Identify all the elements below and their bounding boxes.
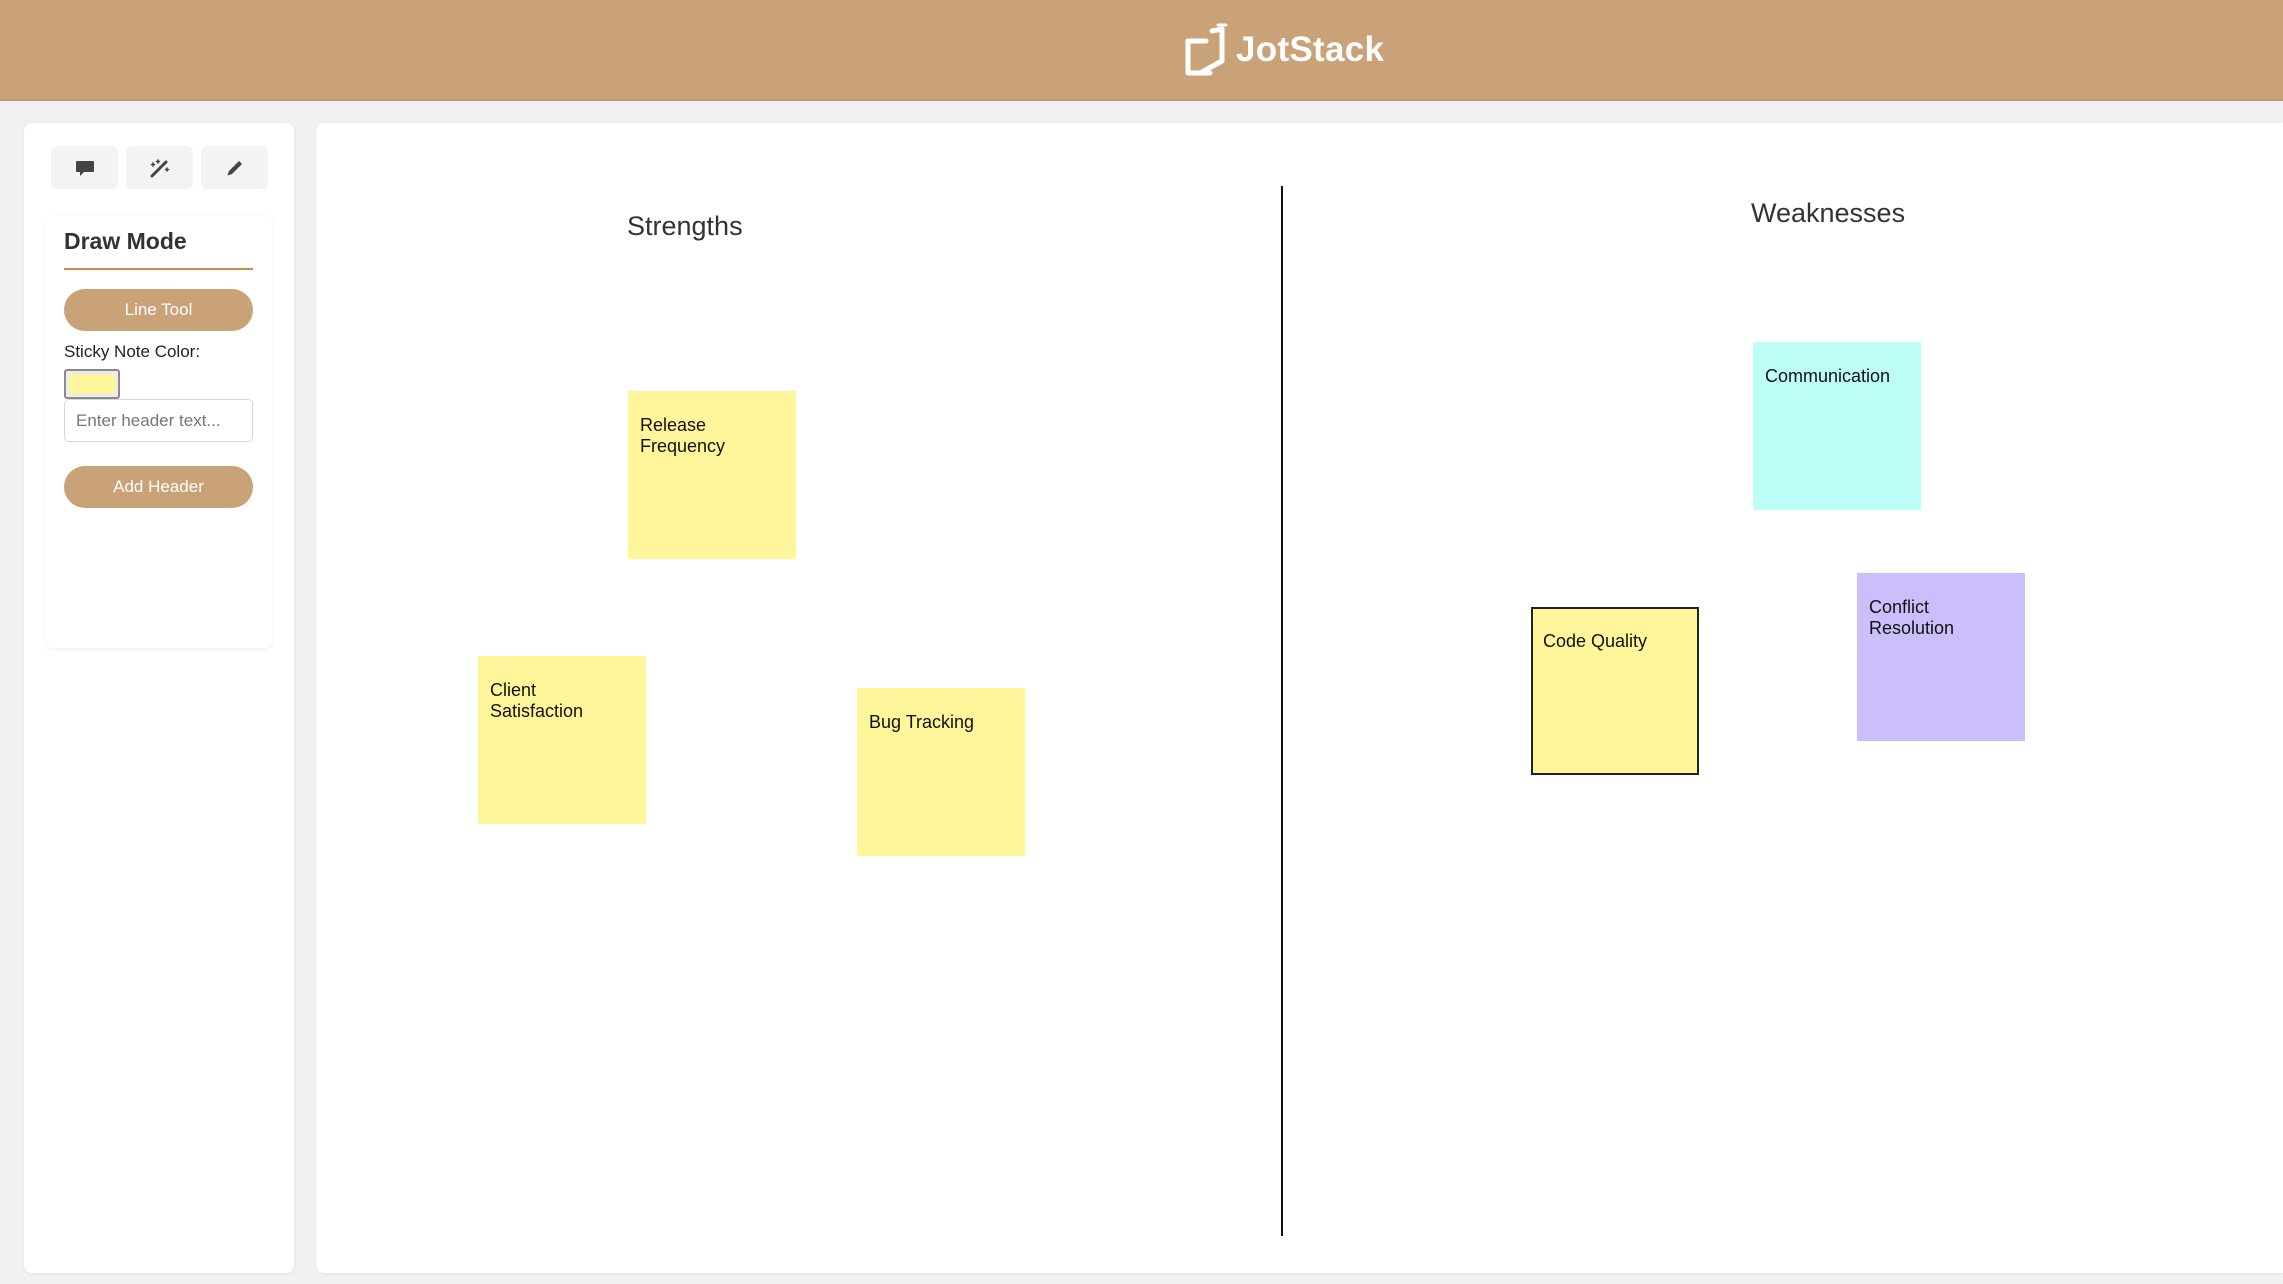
sticky-note[interactable]: Conflict Resolution	[1857, 573, 2025, 741]
sticky-note[interactable]: Communication	[1753, 342, 1921, 510]
app-name: JotStack	[1236, 30, 1385, 69]
sticky-note[interactable]: Bug Tracking	[857, 688, 1025, 856]
sticky-note[interactable]: Release Frequency	[628, 391, 796, 559]
magic-wand-tool-button[interactable]	[126, 146, 193, 189]
sticky-note-tool-button[interactable]	[51, 146, 118, 189]
panel-title-underline	[64, 268, 253, 270]
app-header: JotStack	[0, 0, 2283, 101]
jotstack-logo-icon	[1185, 23, 1228, 76]
pencil-icon	[227, 160, 242, 175]
comment-icon	[75, 160, 94, 176]
board-header-strengths[interactable]: Strengths	[627, 211, 743, 242]
header-text-input[interactable]	[64, 399, 253, 442]
column-divider-line[interactable]	[1281, 186, 1283, 1236]
draw-tool-button[interactable]	[201, 146, 268, 189]
selected-color-swatch	[69, 374, 115, 394]
sticky-note[interactable]: Client Satisfaction	[478, 656, 646, 824]
sticky-note[interactable]: Code Quality	[1531, 607, 1699, 775]
brand[interactable]: JotStack	[1182, 20, 1384, 80]
sticky-note-color-label: Sticky Note Color:	[64, 342, 201, 361]
sticky-note-color-picker[interactable]	[64, 369, 120, 399]
panel-title: Draw Mode	[64, 228, 187, 254]
line-tool-button[interactable]: Line Tool	[64, 289, 253, 331]
magic-wand-icon	[150, 158, 169, 177]
board-header-weaknesses[interactable]: Weaknesses	[1751, 198, 1905, 229]
add-header-button[interactable]: Add Header	[64, 466, 253, 508]
